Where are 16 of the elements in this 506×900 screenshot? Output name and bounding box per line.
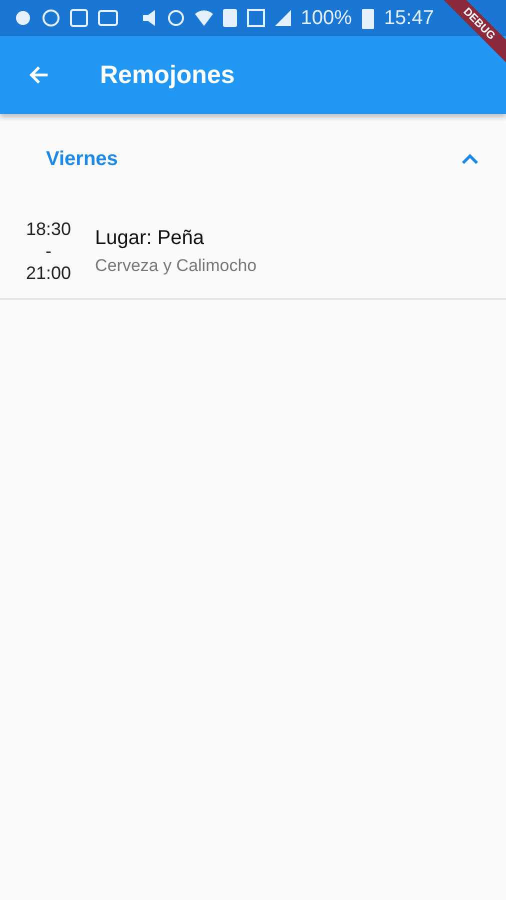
battery-percentage: 100% — [300, 6, 352, 30]
event-title: Lugar: Peña — [95, 226, 206, 250]
page-title: Remojones — [100, 60, 235, 90]
section-header[interactable]: Viernes — [0, 114, 506, 204]
end-time: 21:00 — [26, 262, 72, 284]
battery-icon — [362, 7, 374, 29]
signal-icon — [274, 10, 291, 26]
chevron-icon[interactable] — [460, 152, 480, 166]
event-row[interactable]: 18:30 - 21:00 Lugar: Peña Cerveza y Calimocho — [0, 204, 506, 300]
event-subtitle: Cerveza y Calimocho — [95, 256, 257, 276]
section-title: Viernes — [46, 148, 118, 170]
wifi-icon — [194, 10, 213, 26]
window-icon — [98, 10, 118, 26]
start-time: 18:30 — [26, 218, 72, 240]
time-separator: - — [46, 240, 52, 262]
clock-time: 15:47 — [384, 6, 434, 30]
